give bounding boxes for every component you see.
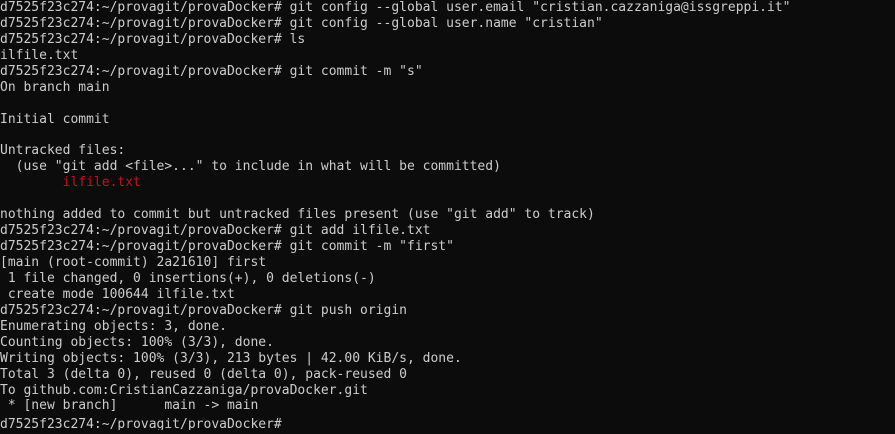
text-cursor bbox=[282, 414, 290, 428]
terminal-line: d7525f23c274:~/provagit/provaDocker# git… bbox=[0, 15, 603, 31]
terminal-line: Enumerating objects: 3, done. bbox=[0, 318, 227, 334]
terminal-line: 1 file changed, 0 insertions(+), 0 delet… bbox=[0, 270, 376, 286]
terminal-line: d7525f23c274:~/provagit/provaDocker# git… bbox=[0, 302, 407, 318]
terminal-prompt-line[interactable]: d7525f23c274:~/provagit/provaDocker# bbox=[0, 414, 895, 430]
terminal-line: ilfile.txt bbox=[0, 47, 79, 63]
terminal-line: Writing objects: 100% (3/3), 213 bytes |… bbox=[0, 350, 462, 366]
terminal-line: create mode 100644 ilfile.txt bbox=[0, 286, 235, 302]
terminal-line: To github.com:CristianCazzaniga/provaDoc… bbox=[0, 382, 368, 398]
terminal-line: On branch main bbox=[0, 79, 110, 95]
terminal-line: Initial commit bbox=[0, 111, 110, 127]
terminal-line: [main (root-commit) 2a21610] first bbox=[0, 255, 267, 270]
terminal-line: Total 3 (delta 0), reused 0 (delta 0), p… bbox=[0, 366, 407, 382]
terminal-prompt: d7525f23c274:~/provagit/provaDocker# bbox=[0, 417, 282, 431]
terminal-line: d7525f23c274:~/provagit/provaDocker# git… bbox=[0, 223, 431, 239]
terminal-line: Untracked files: bbox=[0, 143, 126, 159]
terminal-line: d7525f23c274:~/provagit/provaDocker# git… bbox=[0, 239, 454, 255]
terminal-line: (use "git add <file>..." to include in w… bbox=[0, 159, 501, 175]
terminal-line: nothing added to commit but untracked fi… bbox=[0, 207, 595, 223]
terminal-line: d7525f23c274:~/provagit/provaDocker# ls bbox=[0, 31, 306, 47]
untracked-file-line: ilfile.txt bbox=[0, 175, 141, 191]
terminal-line: d7525f23c274:~/provagit/provaDocker# git… bbox=[0, 0, 791, 15]
terminal-line: Counting objects: 100% (3/3), done. bbox=[0, 334, 274, 350]
terminal-window[interactable]: d7525f23c274:~/provagit/provaDocker# git… bbox=[0, 0, 895, 434]
terminal-line: * [new branch] main -> main bbox=[0, 398, 259, 414]
terminal-line: d7525f23c274:~/provagit/provaDocker# git… bbox=[0, 63, 423, 79]
